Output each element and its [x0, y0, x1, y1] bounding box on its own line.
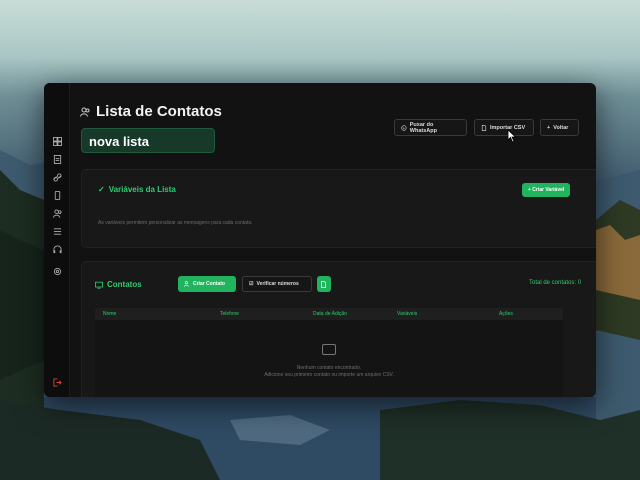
variables-description: As variáveis permitem personalizar as me…: [98, 220, 253, 226]
checkbox-icon: ☑: [249, 281, 254, 287]
variables-title-label: Variáveis da Lista: [108, 185, 176, 194]
create-variable-button[interactable]: + Criar Variável: [522, 183, 571, 197]
check-icon: ✓: [98, 185, 105, 194]
file-icon: [481, 124, 487, 131]
column-header-variables[interactable]: Variáveis: [397, 311, 417, 317]
verify-numbers-button[interactable]: ☑ Verificar números: [242, 276, 312, 292]
create-contact-label: Criar Contato: [193, 281, 225, 287]
empty-state-title: Nenhum contato encontrado.: [296, 365, 362, 371]
total-contacts: Total de contatos: 0: [529, 280, 582, 286]
list-name-field[interactable]: nova lista: [81, 128, 215, 153]
import-csv-button[interactable]: Importar CSV: [474, 119, 534, 136]
verify-numbers-label: Verificar números: [256, 281, 299, 287]
empty-state-hint: Adicione seu primeiro contato ou importe…: [264, 372, 394, 378]
contacts-title-label: Contatos: [107, 280, 142, 289]
contacts-table-body: Nenhum contato encontrado. Adicione seu …: [95, 320, 563, 397]
link-icon[interactable]: [51, 171, 63, 183]
column-header-date-added[interactable]: Data de Adição: [313, 311, 347, 317]
add-user-icon: [184, 281, 189, 287]
page-title: Lista de Contatos: [96, 103, 222, 120]
contacts-card-title: Contatos: [95, 280, 142, 289]
contacts-list-icon: [80, 107, 90, 117]
back-label: Voltar: [553, 124, 569, 131]
sidebar: [44, 83, 70, 397]
list-icon[interactable]: [51, 225, 63, 237]
column-header-name[interactable]: Nome: [103, 311, 116, 317]
column-header-phone[interactable]: Telefone: [220, 311, 239, 317]
users-icon[interactable]: [51, 207, 63, 219]
pull-from-whatsapp-label: Puxar do WhatsApp: [409, 121, 437, 134]
settings-icon[interactable]: [51, 265, 63, 277]
logout-icon[interactable]: [51, 376, 63, 388]
export-button[interactable]: [317, 276, 331, 292]
whatsapp-icon: [401, 124, 407, 131]
column-header-actions[interactable]: Ações: [499, 311, 513, 317]
create-contact-button[interactable]: Criar Contato: [178, 276, 236, 292]
mouse-cursor-icon: [507, 129, 517, 143]
back-button[interactable]: + Voltar: [540, 119, 579, 136]
page-header: Lista de Contatos: [80, 103, 222, 120]
variables-card-title: ✓ Variáveis da Lista: [98, 185, 176, 194]
empty-box-icon: [322, 344, 336, 355]
file-icon: [321, 280, 326, 288]
dashboard-icon[interactable]: [51, 135, 63, 147]
variables-card: ✓ Variáveis da Lista + Criar Variável As…: [81, 169, 596, 248]
main-content: Lista de Contatos nova lista Puxar do Wh…: [70, 83, 596, 397]
monitor-icon: [95, 281, 103, 289]
headset-icon[interactable]: [51, 243, 63, 255]
document-icon[interactable]: [51, 153, 63, 165]
pull-from-whatsapp-button[interactable]: Puxar do WhatsApp: [394, 119, 467, 136]
contacts-table-header: Nome Telefone Data de Adição Variáveis A…: [95, 308, 563, 320]
phone-icon[interactable]: [51, 189, 63, 201]
plus-icon: +: [547, 124, 551, 131]
